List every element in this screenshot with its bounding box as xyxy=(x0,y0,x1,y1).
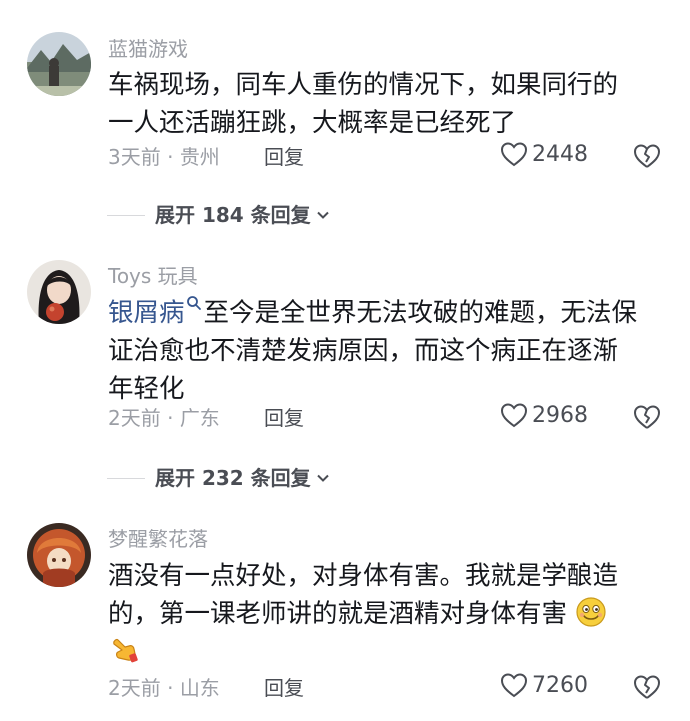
reply-button[interactable]: 回复 xyxy=(264,676,304,700)
comment-text-fragment: 至今是全世界无法攻破的难题，无法保 xyxy=(203,298,638,328)
expand-divider xyxy=(107,477,145,479)
comment-text-line: 一人还活蹦狂跳，大概率是已经死了 xyxy=(108,108,517,138)
comment-username[interactable]: 蓝猫游戏 xyxy=(108,37,188,61)
reply-button[interactable]: 回复 xyxy=(264,145,304,169)
broken-heart-icon xyxy=(634,675,661,699)
meta-separator: · xyxy=(167,676,174,700)
expand-replies-button[interactable]: 展开 232 条回复 xyxy=(107,466,331,490)
comment-text-line: 证治愈也不清楚发病原因，而这个病正在逐渐 xyxy=(108,336,619,366)
search-link[interactable]: 银屑病 xyxy=(108,298,185,328)
comment-time: 2天前 xyxy=(108,406,161,430)
comment-text-fragment: 的，第一课老师讲的就是酒精对身体有害 xyxy=(108,599,568,629)
avatar[interactable] xyxy=(27,32,91,96)
expand-divider xyxy=(107,214,145,216)
expand-replies-label: 展开 184 条回复 xyxy=(155,203,311,227)
like-count: 2968 xyxy=(532,402,588,428)
like-count: 7260 xyxy=(532,672,588,698)
comment-text: 车祸现场，同车人重伤的情况下，如果同行的 一人还活蹦狂跳，大概率是已经死了 xyxy=(108,66,668,142)
comment-username[interactable]: 梦醒繁花落 xyxy=(108,527,208,551)
comment-text-line xyxy=(108,633,668,671)
chevron-down-icon xyxy=(316,211,329,219)
comment-meta: 2天前 · 山东 xyxy=(108,676,220,700)
comment-text-line: 车祸现场，同车人重伤的情况下，如果同行的 xyxy=(108,70,619,100)
like-button[interactable]: 7260 xyxy=(500,672,588,698)
pointing-hand-emoji xyxy=(108,634,140,666)
like-count: 2448 xyxy=(532,141,588,167)
meta-separator: · xyxy=(167,406,174,430)
comment-text-line: 的，第一课老师讲的就是酒精对身体有害 xyxy=(108,595,668,633)
comment-location: 山东 xyxy=(179,676,220,700)
smiling-face-emoji xyxy=(575,596,607,628)
avatar[interactable] xyxy=(27,260,91,324)
comment-time: 3天前 xyxy=(108,145,161,169)
broken-heart-icon xyxy=(634,144,661,168)
comment-location: 广东 xyxy=(179,406,220,430)
comment-text: 酒没有一点好处，对身体有害。我就是学酿造 的，第一课老师讲的就是酒精对身体有害 xyxy=(108,557,668,671)
reply-button[interactable]: 回复 xyxy=(264,406,304,430)
heart-outline-icon xyxy=(500,403,528,428)
avatar[interactable] xyxy=(27,523,91,587)
search-icon[interactable] xyxy=(186,295,202,311)
comment-meta: 2天前 · 广东 xyxy=(108,406,220,430)
broken-heart-icon xyxy=(634,405,661,429)
dislike-button[interactable] xyxy=(633,143,661,169)
expand-replies-button[interactable]: 展开 184 条回复 xyxy=(107,203,331,227)
meta-separator: · xyxy=(167,145,174,169)
heart-outline-icon xyxy=(500,142,528,167)
comment-username[interactable]: Toys 玩具 xyxy=(108,264,198,288)
dislike-button[interactable] xyxy=(633,404,661,430)
comment-location: 贵州 xyxy=(179,145,220,169)
heart-outline-icon xyxy=(500,673,528,698)
comment-meta: 3天前 · 贵州 xyxy=(108,145,220,169)
like-button[interactable]: 2448 xyxy=(500,141,588,167)
comment-text-line: 银屑病 至今是全世界无法攻破的难题，无法保 xyxy=(108,294,668,332)
comment-text: 银屑病 至今是全世界无法攻破的难题，无法保 证治愈也不清楚发病原因，而这个病正在逐… xyxy=(108,294,668,408)
comment-time: 2天前 xyxy=(108,676,161,700)
comment-text-line: 酒没有一点好处，对身体有害。我就是学酿造 xyxy=(108,561,619,591)
comment-list: 蓝猫游戏 车祸现场，同车人重伤的情况下，如果同行的 一人还活蹦狂跳，大概率是已经… xyxy=(0,0,690,721)
dislike-button[interactable] xyxy=(633,674,661,700)
like-button[interactable]: 2968 xyxy=(500,402,588,428)
chevron-down-icon xyxy=(316,474,329,482)
expand-replies-label: 展开 232 条回复 xyxy=(155,466,311,490)
